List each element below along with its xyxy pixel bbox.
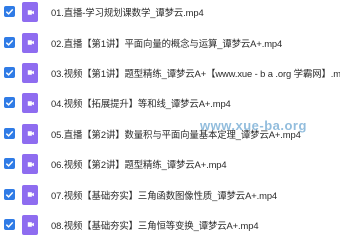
checkbox-checked-icon[interactable] [4,66,15,78]
file-name[interactable]: 08.视频【基础夯实】三角恒等变换_谭梦云A+.mp4 [51,218,259,232]
video-file-icon [22,184,38,205]
file-name[interactable]: 02.直播【第1讲】平面向量的概念与运算_谭梦云A+.mp4 [51,36,282,50]
checkbox-checked-icon[interactable] [4,218,15,230]
video-file-icon [22,154,38,175]
checkbox-checked-icon[interactable] [4,158,15,170]
file-name[interactable]: 01.直播-学习规划课数学_谭梦云.mp4 [51,5,204,19]
file-row[interactable]: 02.直播【第1讲】平面向量的概念与运算_谭梦云A+.mp4 [0,27,340,57]
watermark: www.xue-ba.org [200,118,307,133]
checkbox-checked-icon[interactable] [4,36,15,48]
file-row[interactable]: 07.视频【基础夯实】三角函数图像性质_谭梦云A+.mp4 [0,179,340,209]
checkbox-checked-icon[interactable] [4,6,15,18]
file-name[interactable]: 03.视频【第1讲】题型精练_谭梦云A+【www.xue - b a .org … [51,66,340,80]
file-row[interactable]: 03.视频【第1讲】题型精练_谭梦云A+【www.xue - b a .org … [0,58,340,88]
video-file-icon [22,93,38,114]
video-file-icon [22,62,38,83]
file-row[interactable]: 04.视频【拓展提升】等和线_谭梦云A+.mp4 [0,88,340,118]
video-file-icon [22,123,38,144]
file-row[interactable]: 06.视频【第2讲】题型精练_谭梦云A+.mp4 [0,149,340,179]
file-row[interactable]: 08.视频【基础夯实】三角恒等变换_谭梦云A+.mp4 [0,210,340,240]
checkbox-checked-icon[interactable] [4,97,15,109]
checkbox-checked-icon[interactable] [4,127,15,139]
video-file-icon [22,2,38,23]
file-name[interactable]: 06.视频【第2讲】题型精练_谭梦云A+.mp4 [51,157,227,171]
file-row[interactable]: 01.直播-学习规划课数学_谭梦云.mp4 [0,0,340,27]
file-name[interactable]: 04.视频【拓展提升】等和线_谭梦云A+.mp4 [51,96,231,110]
video-file-icon [22,214,38,235]
file-name[interactable]: 07.视频【基础夯实】三角函数图像性质_谭梦云A+.mp4 [51,188,277,202]
video-file-icon [22,32,38,53]
checkbox-checked-icon[interactable] [4,188,15,200]
